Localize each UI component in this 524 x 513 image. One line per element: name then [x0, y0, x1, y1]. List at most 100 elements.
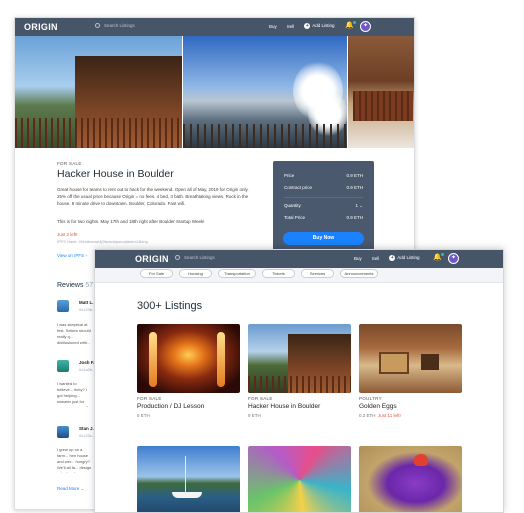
listings-heading: 300+ Listings [137, 300, 203, 312]
listings-window: ORIGIN Search Listings Buy Sell + Add Lis… [94, 249, 504, 513]
reviews-count: 57 [85, 282, 94, 289]
reviewer-address: 0x123b... [79, 307, 96, 312]
reviewer-avatar [57, 426, 69, 438]
bell-icon[interactable]: 🔔 [433, 253, 444, 262]
light-column [217, 332, 225, 387]
listing-card-title[interactable]: Production / DJ Lesson [137, 403, 204, 410]
chevron-down-icon: ⌄ [80, 486, 85, 491]
total-price-label: Total Price [284, 215, 306, 220]
hero-photo-1[interactable] [15, 36, 182, 148]
price-value: 0.9 ETH [346, 173, 363, 178]
quantity-select[interactable]: 1 ⌄ [355, 203, 363, 209]
search-input[interactable]: Search Listings [104, 23, 135, 28]
price-row: Price 0.9 ETH [284, 173, 363, 178]
listing-card-image[interactable] [248, 324, 351, 393]
listing-category: FOR SALE [57, 161, 82, 166]
search-icon [95, 23, 100, 28]
availability-badge: Just 11 left! [378, 413, 401, 418]
search-input[interactable]: Search Listings [184, 255, 215, 260]
nav-add-listing[interactable]: + Add Listing [304, 23, 335, 29]
price-label: Price [284, 173, 295, 178]
listing-card-title[interactable]: Golden Eggs [359, 403, 397, 410]
quantity-row: Quantity 1 ⌄ [284, 203, 363, 209]
reviewer-address: 0x123c... [79, 433, 96, 438]
nav-sell-link[interactable]: Sell [287, 24, 295, 29]
nav-links: Buy Sell + Add Listing [269, 23, 335, 29]
avatar[interactable]: ✦ [448, 253, 459, 264]
total-price-row: Total Price 0.9 ETH [284, 215, 363, 220]
chevron-down-icon: ⌄ [359, 203, 363, 208]
read-more-link[interactable]: Read More ⌄ [57, 486, 84, 492]
listing-card-image[interactable] [137, 446, 240, 512]
search-icon [175, 255, 180, 260]
reviewer-address: 0x1a2b... [79, 367, 96, 372]
add-listing-label: Add Listing [312, 23, 335, 28]
bell-icon[interactable]: 🔔 [345, 21, 356, 30]
price-value: 0.2 ETH [359, 413, 376, 418]
sailboat-hull [172, 492, 202, 498]
listing-card-image[interactable] [248, 446, 351, 512]
listing-card-price: 9 ETH [248, 413, 261, 418]
category-tickets[interactable]: Tickets [262, 269, 295, 278]
reviewer-avatar [57, 300, 69, 312]
ipfs-hash: IPFS Hash: Ht1ktbwcse4j9fwlzdnjoeuqhtmbr… [57, 239, 148, 244]
availability-badge: Just 2 left! [57, 232, 78, 237]
nav-buy-link[interactable]: Buy [354, 256, 362, 261]
review-text: I grew up on a farm... hen house and wer… [57, 447, 92, 473]
search-bar[interactable]: Search Listings [95, 23, 135, 28]
deck-railing [248, 376, 351, 393]
origin-logo[interactable]: ORIGIN [24, 22, 58, 32]
plus-icon: + [389, 255, 396, 261]
reviewer-avatar [57, 360, 69, 372]
reviewer-name: Matt L. [79, 300, 94, 305]
review-text: I was skeptical at first. Sellers should… [57, 322, 91, 345]
reviews-title: Reviews [57, 282, 84, 289]
divider [284, 197, 363, 198]
category-for-sale[interactable]: For Sale [140, 269, 173, 278]
avatar[interactable]: ✦ [360, 21, 371, 32]
quantity-value: 1 [355, 203, 358, 208]
listing-title: Hacker House in Boulder [57, 168, 174, 180]
sailboat-mast [185, 456, 186, 496]
hen-comb [414, 454, 428, 466]
top-nav: ORIGIN Search Listings Buy Sell + Add Lis… [15, 18, 414, 36]
listing-card-image[interactable] [137, 324, 240, 393]
nav-buy-link[interactable]: Buy [269, 24, 277, 29]
deck-railing [183, 124, 347, 148]
contract-price-label: Contract price [284, 185, 313, 190]
nav-sell-link[interactable]: Sell [372, 256, 380, 261]
listing-card-image[interactable] [359, 446, 462, 512]
reviewer-name: Stan J. [79, 426, 94, 431]
reviews-heading: Reviews 57 [57, 282, 93, 289]
nav-links: Buy Sell + Add Listing [354, 255, 420, 261]
light-column [149, 332, 157, 387]
view-on-ipfs-link[interactable]: View on IPFS › [57, 253, 87, 258]
search-bar[interactable]: Search Listings [175, 255, 215, 260]
window-shape [379, 352, 409, 374]
plus-icon: + [304, 23, 311, 29]
add-listing-label: Add Listing [397, 255, 420, 260]
listing-card-category: POULTRY [359, 396, 382, 401]
listing-card-price: 5 ETH [137, 413, 150, 418]
origin-logo[interactable]: ORIGIN [135, 254, 169, 264]
category-announcements[interactable]: Announcements [340, 269, 378, 278]
price-card: Price 0.9 ETH Contract price 0.9 ETH Quant… [273, 161, 374, 253]
nav-add-listing[interactable]: + Add Listing [389, 255, 420, 261]
category-transportation[interactable]: Transportation [218, 269, 256, 278]
listing-card-title[interactable]: Hacker House in Boulder [248, 403, 320, 410]
reviewer-name: Josh F. [79, 360, 95, 365]
listing-card-price: 0.2 ETH Just 11 left! [359, 413, 401, 418]
category-housing[interactable]: Housing [179, 269, 212, 278]
listing-note: This is for two nights. May 17th and 18t… [57, 219, 205, 224]
listing-card-image[interactable] [359, 324, 462, 393]
hero-photo-3[interactable] [348, 36, 414, 148]
category-services[interactable]: Services [301, 269, 334, 278]
contract-price-value: 0.9 ETH [346, 185, 363, 190]
top-nav: ORIGIN Search Listings Buy Sell + Add Lis… [95, 250, 503, 268]
listing-description: Great house for teams to rent out to hac… [57, 187, 249, 206]
review-text: I wanted to believe... itchy? I got help… [57, 381, 88, 407]
hero-photo-2[interactable] [183, 36, 347, 148]
quantity-label: Quantity [284, 203, 301, 208]
buy-now-button[interactable]: Buy Now [283, 232, 364, 245]
contract-price-row: Contract price 0.9 ETH [284, 185, 363, 190]
